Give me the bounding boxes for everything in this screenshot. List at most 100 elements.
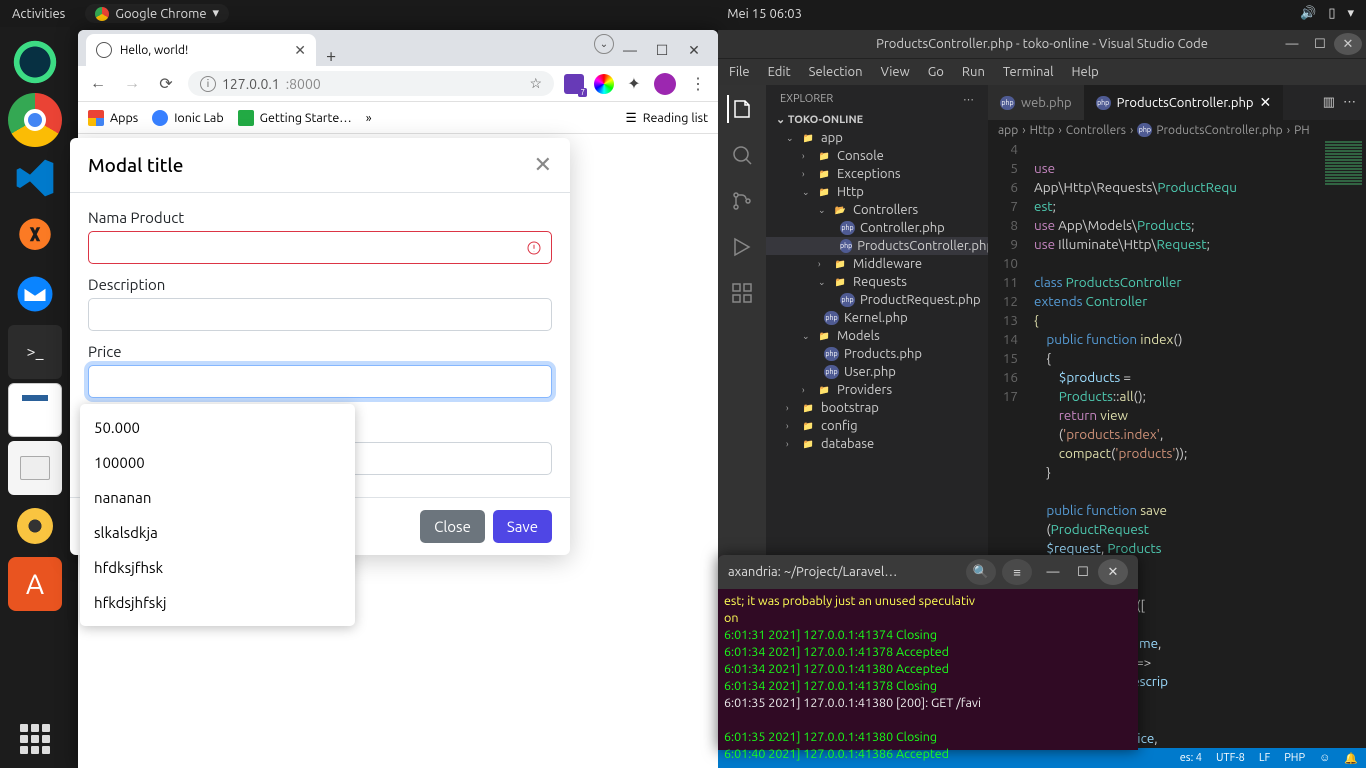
close-tab-icon[interactable]: ✕ — [294, 42, 306, 59]
more-icon[interactable]: ⋯ — [963, 93, 974, 106]
close-button[interactable]: Close — [420, 510, 485, 543]
battery-icon[interactable]: ▯ — [1328, 6, 1335, 21]
extension-icon[interactable]: 7 — [564, 74, 584, 94]
minimize-button[interactable]: — — [1278, 33, 1306, 55]
show-apps-icon[interactable] — [20, 724, 50, 754]
ubuntu-software-icon[interactable]: A — [8, 557, 62, 611]
autocomplete-option[interactable]: slkalsdkja — [80, 515, 355, 550]
close-tab-icon[interactable]: ✕ — [1260, 94, 1272, 111]
volume-icon[interactable]: 🔊 — [1300, 6, 1316, 21]
tree-file[interactable]: phpUser.php — [766, 363, 988, 381]
menu-selection[interactable]: Selection — [800, 65, 872, 79]
extension-icon[interactable] — [594, 74, 614, 94]
workspace-root[interactable]: ⌄ TOKO-ONLINE — [766, 110, 988, 129]
feedback-icon[interactable]: ☺ — [1319, 752, 1330, 764]
price-input[interactable] — [88, 365, 552, 398]
menu-go[interactable]: Go — [919, 65, 953, 79]
bookmark-ionic[interactable]: Ionic Lab — [152, 110, 223, 126]
activities-button[interactable]: Activities — [12, 7, 65, 21]
tree-folder[interactable]: ⌄📂Controllers — [766, 201, 988, 219]
clock[interactable]: Mei 15 06:03 — [229, 7, 1300, 21]
close-window-button[interactable]: ✕ — [1098, 559, 1128, 585]
source-control-icon[interactable] — [728, 187, 756, 215]
menu-terminal[interactable]: Terminal — [994, 65, 1063, 79]
search-icon[interactable] — [728, 141, 756, 169]
browser-tab[interactable]: Hello, world! ✕ — [86, 34, 316, 66]
tree-file[interactable]: phpProductRequest.php — [766, 291, 988, 309]
site-info-icon[interactable]: i — [200, 76, 216, 92]
libreoffice-writer-icon[interactable] — [8, 383, 62, 437]
extensions-menu-icon[interactable]: ✦ — [624, 74, 644, 94]
chrome-menu-icon[interactable]: ⋮ — [686, 74, 710, 93]
tree-folder[interactable]: ›📁Providers — [766, 381, 988, 399]
breadcrumbs[interactable]: app › Http › Controllers › php ProductsC… — [988, 120, 1366, 140]
vscode-icon[interactable] — [8, 151, 62, 205]
tree-folder[interactable]: ⌄📁Models — [766, 327, 988, 345]
terminal-menu-icon[interactable]: ≡ — [1002, 559, 1032, 585]
bookmark-star-icon[interactable]: ☆ — [529, 75, 542, 92]
terminal-search-icon[interactable]: 🔍 — [966, 559, 996, 585]
account-dropdown-icon[interactable]: ⌄ — [594, 34, 614, 54]
tree-file[interactable]: phpKernel.php — [766, 309, 988, 327]
split-editor-icon[interactable]: ▥ — [1323, 95, 1335, 110]
menu-file[interactable]: File — [720, 65, 759, 79]
autocomplete-option[interactable]: hfdksjfhsk — [80, 550, 355, 585]
tree-folder[interactable]: ⌄📁Http — [766, 183, 988, 201]
android-studio-icon[interactable] — [8, 35, 62, 89]
autocomplete-option[interactable]: 50.000 — [80, 410, 355, 445]
status-eol[interactable]: LF — [1259, 752, 1270, 764]
menu-help[interactable]: Help — [1062, 65, 1107, 79]
chrome-icon[interactable] — [8, 93, 62, 147]
active-app-indicator[interactable]: Google Chrome ▾ — [85, 4, 229, 23]
bookmark-getting-started[interactable]: Getting Starte… — [238, 110, 352, 126]
explorer-icon[interactable] — [727, 95, 755, 123]
tree-file[interactable]: phpController.php — [766, 219, 988, 237]
description-input[interactable] — [88, 298, 552, 331]
close-window-button[interactable]: ✕ — [678, 34, 710, 66]
rhythmbox-icon[interactable] — [8, 499, 62, 553]
maximize-button[interactable]: ☐ — [646, 34, 678, 66]
menu-edit[interactable]: Edit — [759, 65, 800, 79]
terminal-icon[interactable]: >_ — [8, 325, 62, 379]
apps-shortcut[interactable]: Apps — [88, 110, 138, 126]
reload-button[interactable]: ⟳ — [154, 74, 178, 93]
thunderbird-icon[interactable] — [8, 267, 62, 321]
tree-folder[interactable]: ›📁Console — [766, 147, 988, 165]
tree-folder[interactable]: ›📁Exceptions — [766, 165, 988, 183]
minimize-button[interactable]: — — [1038, 559, 1068, 585]
save-button[interactable]: Save — [493, 510, 552, 543]
editor-tab-products[interactable]: phpProductsController.php✕ — [1084, 85, 1284, 120]
tree-file[interactable]: phpProductsController.php — [766, 237, 988, 255]
back-button[interactable]: ← — [86, 74, 110, 93]
new-tab-button[interactable]: + — [316, 46, 346, 66]
xampp-icon[interactable] — [8, 209, 62, 263]
tree-file[interactable]: phpProducts.php — [766, 345, 988, 363]
autocomplete-option[interactable]: nananan — [80, 480, 355, 515]
menu-run[interactable]: Run — [953, 65, 994, 79]
status-spaces[interactable]: es: 4 — [1180, 752, 1202, 764]
extensions-icon[interactable] — [728, 279, 756, 307]
profile-avatar[interactable] — [654, 73, 676, 95]
menu-view[interactable]: View — [872, 65, 919, 79]
more-icon[interactable]: ⋯ — [1343, 95, 1356, 110]
autocomplete-option[interactable]: hfkdsjhfskj — [80, 585, 355, 620]
notifications-icon[interactable]: 🔔 — [1344, 752, 1358, 765]
maximize-button[interactable]: ☐ — [1306, 33, 1334, 55]
editor-tab-web[interactable]: phpweb.php — [988, 85, 1084, 120]
chevron-down-icon[interactable]: ▾ — [1347, 6, 1354, 21]
tree-folder[interactable]: ⌄📁Requests — [766, 273, 988, 291]
status-encoding[interactable]: UTF-8 — [1216, 752, 1245, 764]
tree-folder[interactable]: ›📁config — [766, 417, 988, 435]
autocomplete-option[interactable]: 100000 — [80, 445, 355, 480]
minimize-button[interactable]: — — [614, 34, 646, 66]
maximize-button[interactable]: ☐ — [1068, 559, 1098, 585]
tree-folder[interactable]: ›📁bootstrap — [766, 399, 988, 417]
tree-folder[interactable]: ›📁Middleware — [766, 255, 988, 273]
tree-folder[interactable]: ›📁database — [766, 435, 988, 453]
run-debug-icon[interactable] — [728, 233, 756, 261]
reading-list-button[interactable]: ☰Reading list — [626, 110, 709, 125]
close-window-button[interactable]: ✕ — [1334, 33, 1362, 55]
status-lang[interactable]: PHP — [1284, 752, 1305, 764]
modal-close-button[interactable]: ✕ — [534, 152, 552, 178]
terminal-output[interactable]: est; it was probably just an unused spec… — [718, 589, 1138, 767]
